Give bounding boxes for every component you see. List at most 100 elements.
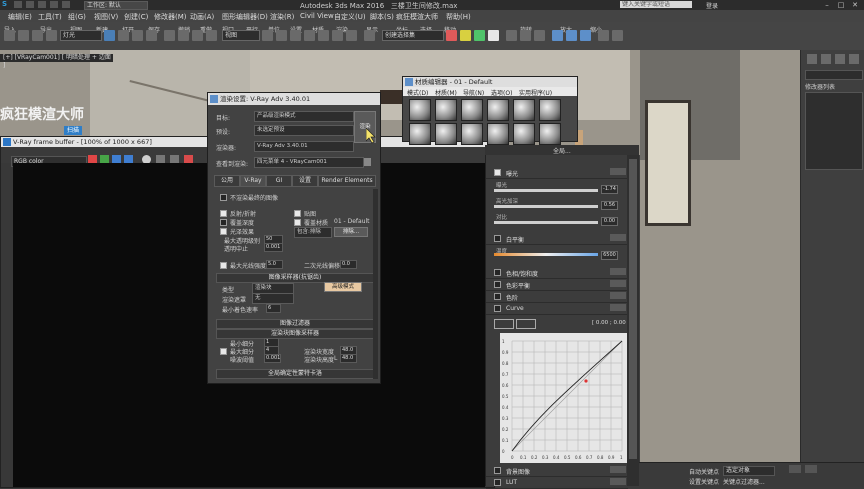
bucket-l-button[interactable]: L — [334, 355, 337, 362]
modifier-list-label[interactable]: 修改器列表 — [805, 82, 835, 91]
layer-icon[interactable] — [474, 30, 485, 41]
rendered-frame-icon[interactable] — [566, 30, 577, 41]
menu-civil-view[interactable]: Civil View — [300, 12, 334, 20]
menu-help[interactable]: 帮助(H) — [446, 12, 471, 22]
bucket-height-field[interactable]: 48.0 — [340, 354, 357, 363]
select-icon[interactable] — [4, 30, 15, 41]
pivot-icon[interactable] — [262, 30, 273, 41]
tab-vray[interactable]: V-Ray — [240, 175, 266, 187]
menu-customize[interactable]: 自定义(U) — [334, 12, 366, 22]
auto-key-label[interactable]: 自动关键点 — [689, 467, 719, 476]
close-icon[interactable]: ✕ — [848, 0, 862, 10]
new-icon[interactable] — [14, 1, 22, 8]
material-slot[interactable] — [513, 123, 535, 145]
graphite-icon[interactable] — [488, 30, 499, 41]
glossy-checkbox[interactable] — [220, 228, 227, 235]
modify-tab-icon[interactable] — [821, 54, 831, 64]
me-title[interactable]: 材质编辑器 - 01 - Default — [403, 77, 577, 87]
named-selection-dropdown[interactable]: 创建选择集 — [382, 30, 444, 41]
exposure-buttons[interactable] — [610, 168, 626, 175]
menu-rendering[interactable]: 渲染(R) — [270, 12, 294, 22]
me-menu-utilities[interactable]: 实用程序(U) — [519, 88, 552, 97]
material-slot[interactable] — [409, 99, 431, 121]
exposure-value[interactable]: -1.74 — [601, 185, 618, 194]
curve-load-button[interactable] — [516, 319, 536, 329]
transp-cutoff-field[interactable]: 0.001 — [264, 243, 283, 252]
link-icon[interactable] — [18, 30, 29, 41]
preset-dropdown[interactable]: 未选定预设 — [254, 125, 354, 136]
save-icon[interactable] — [38, 1, 46, 8]
material-slot[interactable] — [435, 123, 457, 145]
menu-edit[interactable]: 编辑(E) — [8, 12, 32, 22]
rect-region-icon[interactable] — [132, 30, 143, 41]
lut-checkbox[interactable] — [494, 479, 501, 486]
tab-render-elements[interactable]: Render Elements — [318, 175, 376, 187]
window-crossing-icon[interactable] — [146, 30, 157, 41]
next-frame-icon[interactable] — [805, 465, 817, 473]
menu-plugin[interactable]: 疯狂模渲大师 — [396, 12, 438, 22]
menu-tools[interactable]: 工具(T) — [38, 12, 62, 22]
material-editor-icon[interactable] — [534, 30, 545, 41]
material-slot[interactable] — [409, 123, 431, 145]
highlight-burn-slider[interactable] — [494, 205, 598, 208]
material-slot[interactable] — [435, 99, 457, 121]
override-mtl-checkbox[interactable] — [294, 219, 301, 226]
white-balance-buttons[interactable] — [610, 234, 626, 241]
exposure-slider[interactable] — [494, 189, 598, 192]
material-slot[interactable] — [539, 99, 561, 121]
hierarchy-tab-icon[interactable] — [835, 54, 845, 64]
viewport-label[interactable]: [+] [VRayCam001] [ 明暗处理 + 边面 ] — [0, 54, 113, 69]
percent-snap-icon[interactable] — [332, 30, 343, 41]
exposure-row[interactable]: 曝光 — [486, 167, 628, 179]
menu-modifiers[interactable]: 修改器(M) — [154, 12, 187, 22]
maps-checkbox[interactable] — [294, 210, 301, 217]
renderer-dropdown[interactable]: V-Ray Adv 3.40.01 — [254, 141, 354, 152]
material-slot[interactable] — [513, 99, 535, 121]
bind-icon[interactable] — [46, 30, 57, 41]
bg-image-buttons[interactable] — [610, 466, 626, 473]
exclude-button[interactable]: 排除... — [334, 227, 368, 237]
selection-filter-dropdown[interactable]: 灯光 — [60, 30, 102, 41]
tab-common[interactable]: 公用 — [214, 175, 240, 187]
material-slot[interactable] — [539, 123, 561, 145]
target-dropdown[interactable]: 产品级渲染模式 — [254, 111, 354, 122]
key-filters-button[interactable]: 关键点过滤器... — [723, 477, 765, 486]
vray-light-icon[interactable] — [612, 30, 623, 41]
curve-reset-button[interactable] — [494, 319, 514, 329]
hue-sat-buttons[interactable] — [610, 268, 626, 275]
noise-threshold-field[interactable]: 0.001 — [264, 354, 281, 363]
motion-tab-icon[interactable] — [849, 54, 859, 64]
max-subdivs-checkbox[interactable] — [220, 348, 227, 355]
menu-animation[interactable]: 动画(A) — [190, 12, 214, 22]
render-mask-dropdown[interactable]: 无 — [252, 293, 294, 304]
curve-row[interactable]: Curve — [486, 303, 628, 315]
select-manipulate-icon[interactable] — [276, 30, 287, 41]
align-icon[interactable] — [460, 30, 471, 41]
view-dropdown[interactable]: 四元菜单 4 - VRayCam001 — [254, 157, 364, 168]
search-input[interactable]: 键入关键字或短语 — [620, 1, 692, 8]
move-icon[interactable] — [164, 30, 175, 41]
reference-coord-dropdown[interactable]: 视图 — [222, 30, 260, 41]
white-balance-row[interactable]: 白平衡 — [486, 233, 628, 245]
open-icon[interactable] — [26, 1, 34, 8]
hue-sat-checkbox[interactable] — [494, 269, 501, 276]
advanced-mode-button[interactable]: 高级模式 — [324, 282, 362, 292]
render-production-icon[interactable] — [580, 30, 591, 41]
curve-graph[interactable]: 1 0.9 0.8 0.7 0.6 0.5 0.4 0.3 0.2 0.1 0 … — [500, 333, 630, 463]
reflect-refract-checkbox[interactable] — [220, 210, 227, 217]
unlink-icon[interactable] — [32, 30, 43, 41]
menu-group[interactable]: 组(G) — [68, 12, 86, 22]
hue-sat-row[interactable]: 色相/饱和度 — [486, 267, 628, 279]
corrections-scrollbar[interactable] — [627, 155, 639, 486]
curve-point[interactable] — [584, 379, 588, 383]
material-slot[interactable] — [461, 123, 483, 145]
rs-title[interactable]: 渲染设置: V-Ray Adv 3.40.01 — [208, 93, 380, 105]
temperature-slider[interactable] — [494, 253, 598, 256]
workspace-dropdown[interactable]: 工作区: 默认 — [84, 1, 148, 10]
place-icon[interactable] — [206, 30, 217, 41]
select-object-icon[interactable] — [104, 30, 115, 41]
menu-views[interactable]: 视图(V) — [94, 12, 118, 22]
filter-mode-dropdown[interactable]: 包含:排除 — [294, 227, 332, 238]
rs-scrollbar[interactable] — [373, 189, 378, 379]
levels-buttons[interactable] — [610, 292, 626, 299]
